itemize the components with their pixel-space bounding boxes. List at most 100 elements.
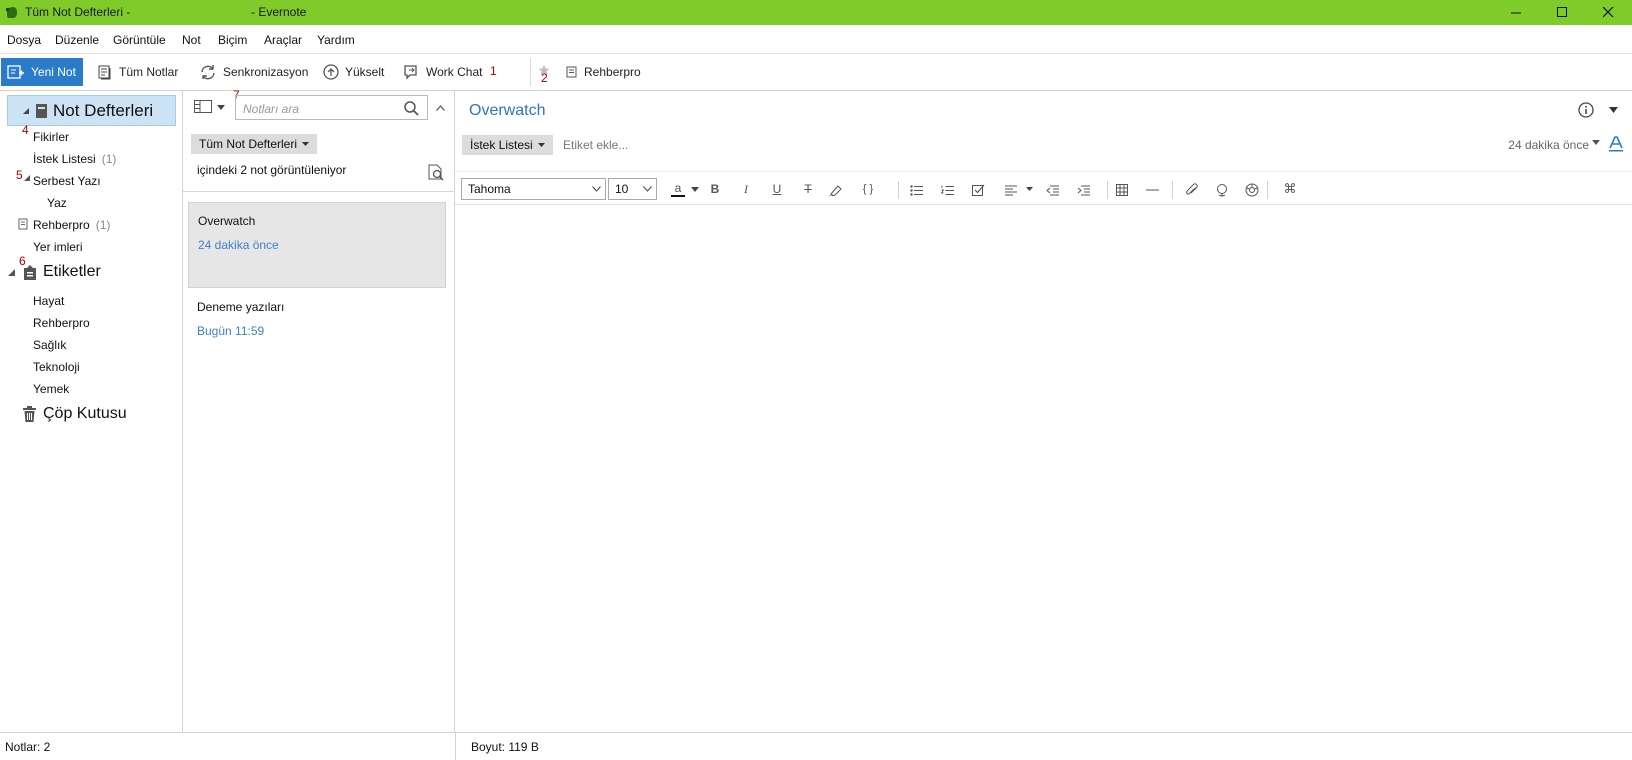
- upgrade-label: Yükselt: [345, 65, 385, 79]
- sidebar-tag-teknoloji[interactable]: Teknoloji: [33, 360, 80, 374]
- menu-note[interactable]: Not: [182, 33, 201, 47]
- note-list-pane: 7 Notları ara Tüm Not Defterleri içindek…: [183, 88, 455, 732]
- numbered-list-icon[interactable]: [941, 185, 955, 196]
- indent-icon[interactable]: [1077, 185, 1091, 196]
- more-options-icon[interactable]: [1609, 107, 1618, 113]
- command-icon[interactable]: ⌘: [1281, 180, 1299, 198]
- toolbar-separator: [1172, 181, 1173, 199]
- chevron-down-icon[interactable]: [691, 187, 699, 192]
- horizontal-rule-icon[interactable]: [1146, 189, 1159, 191]
- add-tag-input[interactable]: Etiket ekle...: [563, 138, 628, 152]
- shortcut-rehberpro-label: Rehberpro: [584, 65, 641, 79]
- collapse-arrow-icon[interactable]: [24, 175, 31, 181]
- sidebar-tag-hayat[interactable]: Hayat: [33, 294, 64, 308]
- chevron-down-icon: [302, 142, 310, 146]
- audio-icon[interactable]: [1215, 183, 1229, 197]
- sidebar-tag-rehberpro[interactable]: Rehberpro: [33, 316, 90, 330]
- shortcut-rehberpro[interactable]: Rehberpro: [566, 58, 641, 86]
- note-date: Bugün 11:59: [197, 324, 265, 338]
- search-icon[interactable]: [404, 101, 419, 116]
- notebook-filter-dropdown[interactable]: Tüm Not Defterleri: [191, 134, 318, 154]
- sidebar-tag-yemek[interactable]: Yemek: [33, 382, 69, 396]
- note-list-divider: [183, 191, 455, 192]
- sidebar-item-label: Rehberpro: [33, 316, 90, 330]
- toolbar-separator: [1107, 181, 1108, 199]
- note-card[interactable]: Overwatch 24 dakika önce: [188, 202, 446, 288]
- note-modified-time[interactable]: 24 dakika önce: [1508, 138, 1589, 152]
- menu-file[interactable]: Dosya: [7, 33, 41, 47]
- annotation-2: 2: [541, 71, 548, 85]
- checkbox-icon[interactable]: [972, 184, 985, 196]
- tags-header[interactable]: Etiketler: [8, 263, 101, 281]
- status-note-size: Boyut: 119 B: [471, 740, 539, 754]
- camera-icon[interactable]: [1245, 183, 1259, 197]
- chevron-down-icon: [537, 143, 545, 147]
- note-title-field[interactable]: Overwatch: [469, 102, 545, 120]
- search-notes-input[interactable]: Notları ara: [235, 95, 428, 120]
- table-icon[interactable]: [1116, 184, 1128, 196]
- sidebar-item-label: Serbest Yazı: [33, 174, 101, 188]
- menu-tools[interactable]: Araçlar: [264, 33, 302, 47]
- work-chat-icon: [404, 65, 417, 80]
- note-notebook-label: İstek Listesi: [470, 138, 533, 152]
- sidebar-item-rehberpro[interactable]: Rehberpro (1): [33, 218, 110, 232]
- attachment-icon[interactable]: [1185, 183, 1198, 197]
- text-style-icon[interactable]: [1609, 136, 1623, 152]
- align-icon[interactable]: [1005, 185, 1018, 196]
- code-block-icon[interactable]: { }: [859, 180, 877, 198]
- notebook-filter-label: Tüm Not Defterleri: [199, 137, 298, 151]
- font-size-select[interactable]: 10: [608, 178, 657, 200]
- close-button[interactable]: [1585, 0, 1631, 25]
- sidebar-item-fikirler[interactable]: Fikirler: [33, 130, 69, 144]
- info-icon[interactable]: [1578, 102, 1594, 118]
- strikethrough-icon[interactable]: T: [799, 180, 817, 198]
- sidebar-item-label: Rehberpro: [33, 218, 90, 232]
- sidebar-item-label: Sağlık: [33, 338, 67, 352]
- upgrade-button[interactable]: Yükselt: [323, 58, 384, 86]
- text-color-letter: a: [674, 180, 682, 195]
- menu-edit[interactable]: Düzenle: [55, 33, 99, 47]
- notebooks-header[interactable]: Not Defterleri: [7, 95, 176, 126]
- new-note-button[interactable]: Yeni Not: [1, 58, 83, 86]
- text-color-button[interactable]: a: [669, 180, 687, 198]
- note-body[interactable]: [455, 206, 1632, 733]
- tags-header-label: Etiketler: [43, 263, 101, 280]
- sidebar-tag-saglik[interactable]: Sağlık: [33, 338, 66, 352]
- bold-icon[interactable]: B: [706, 180, 724, 198]
- highlight-icon[interactable]: [829, 184, 843, 196]
- search-placeholder: Notları ara: [243, 102, 300, 116]
- sidebar-item-yer-imleri[interactable]: Yer imleri: [33, 240, 83, 254]
- menu-help[interactable]: Yardım: [317, 33, 355, 47]
- note-notebook-selector[interactable]: İstek Listesi: [462, 135, 553, 155]
- chevron-down-icon[interactable]: [1592, 140, 1600, 145]
- sidebar-item-serbest-yazi[interactable]: Serbest Yazı: [33, 174, 101, 188]
- sidebar-item-trash[interactable]: Çöp Kutusu: [22, 405, 127, 423]
- window-title-notebook: Tüm Not Defterleri -: [25, 5, 131, 19]
- collapse-arrow-icon: [8, 268, 15, 276]
- minimize-button[interactable]: [1493, 0, 1539, 25]
- collapse-arrow-icon: [23, 107, 29, 114]
- collapse-up-icon[interactable]: [436, 105, 445, 111]
- chevron-down-icon[interactable]: [1026, 187, 1033, 191]
- outdent-icon[interactable]: [1046, 185, 1060, 196]
- toolbar-divider: [530, 58, 531, 86]
- work-chat-button[interactable]: Work Chat: [403, 58, 482, 86]
- search-notes-detail-icon[interactable]: [427, 163, 445, 181]
- sidebar-item-istek-listesi[interactable]: İstek Listesi (1): [33, 152, 116, 166]
- maximize-button[interactable]: [1539, 0, 1585, 25]
- sidebar-item-yaz[interactable]: Yaz: [47, 196, 67, 210]
- note-card[interactable]: Deneme yazıları Bugün 11:59: [188, 289, 446, 375]
- sync-button[interactable]: Senkronizasyon: [199, 58, 308, 86]
- underline-icon[interactable]: U: [768, 180, 786, 198]
- sync-label: Senkronizasyon: [223, 65, 309, 79]
- trash-label: Çöp Kutusu: [43, 405, 127, 422]
- sidebar-item-label: Yemek: [33, 382, 70, 396]
- all-notes-button[interactable]: Tüm Notlar: [97, 58, 178, 86]
- view-options-button[interactable]: [194, 100, 225, 114]
- evernote-window: Tüm Not Defterleri - - Evernote Dosya Dü…: [0, 0, 1632, 760]
- bullet-list-icon[interactable]: [910, 185, 924, 196]
- menu-format[interactable]: Biçim: [218, 33, 247, 47]
- menu-view[interactable]: Görüntüle: [113, 33, 166, 47]
- italic-icon[interactable]: I: [737, 180, 755, 198]
- font-family-select[interactable]: Tahoma: [461, 178, 606, 200]
